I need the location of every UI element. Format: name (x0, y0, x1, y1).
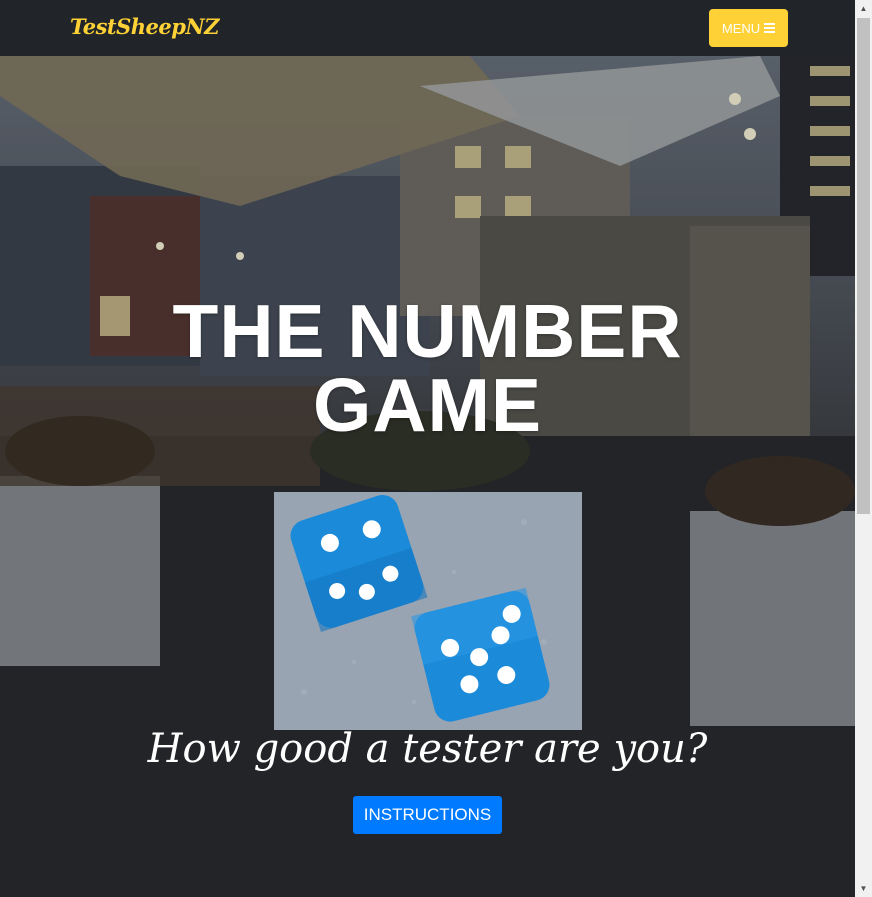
subtitle: How good a tester are you? (147, 726, 708, 772)
menu-label: MENU (721, 20, 761, 36)
menu-button[interactable]: MENU (709, 9, 788, 47)
title-line-1: THE NUMBER (172, 289, 683, 373)
dice-image (274, 492, 582, 730)
navbar: TestSheepNZ MENU (0, 0, 855, 56)
scrollbar[interactable]: ▲ ▼ (855, 0, 872, 897)
instructions-button[interactable]: INSTRUCTIONS (353, 796, 502, 834)
brand-logo[interactable]: TestSheepNZ (70, 14, 219, 39)
arrow-up-icon[interactable]: ▲ (855, 0, 872, 17)
hero-section: THE NUMBER GAME How good a tester are yo… (0, 56, 855, 897)
hamburger-icon (764, 23, 776, 33)
title-line-2: GAME (313, 363, 542, 447)
page-title: THE NUMBER GAME (0, 294, 855, 443)
scrollbar-thumb[interactable] (857, 18, 870, 514)
arrow-down-icon[interactable]: ▼ (855, 880, 872, 897)
